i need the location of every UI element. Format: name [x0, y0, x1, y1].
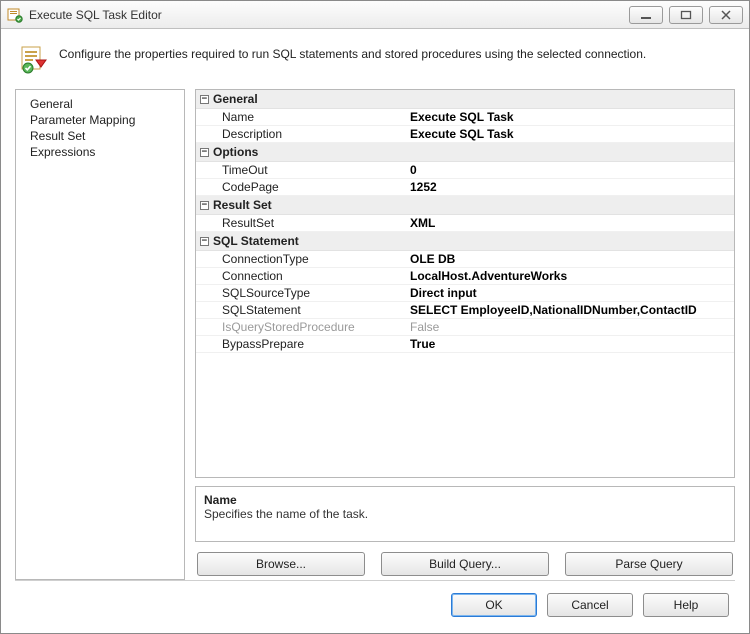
cancel-button[interactable]: Cancel: [547, 593, 633, 617]
titlebar[interactable]: Execute SQL Task Editor: [1, 1, 749, 29]
window-title: Execute SQL Task Editor: [29, 8, 629, 22]
property-grid: − General Name Execute SQL Task Descript…: [195, 89, 735, 478]
content-area: Configure the properties required to run…: [1, 29, 749, 633]
section-result-set[interactable]: − Result Set: [196, 196, 734, 215]
browse-button[interactable]: Browse...: [197, 552, 365, 576]
parse-query-button[interactable]: Parse Query: [565, 552, 733, 576]
sidebar-item-result-set[interactable]: Result Set: [16, 128, 184, 144]
body: General Parameter Mapping Result Set Exp…: [15, 89, 735, 580]
sidebar-item-expressions[interactable]: Expressions: [16, 144, 184, 160]
property-label: TimeOut: [196, 162, 406, 178]
property-row[interactable]: ResultSet XML: [196, 215, 734, 232]
dialog-window: Execute SQL Task Editor: [0, 0, 750, 634]
help-button[interactable]: Help: [643, 593, 729, 617]
intro-text: Configure the properties required to run…: [59, 45, 646, 61]
section-options[interactable]: − Options: [196, 143, 734, 162]
property-value[interactable]: True: [406, 336, 734, 352]
property-value[interactable]: Execute SQL Task: [406, 126, 734, 142]
section-sql-statement[interactable]: − SQL Statement: [196, 232, 734, 251]
maximize-button[interactable]: [669, 6, 703, 24]
collapse-icon[interactable]: −: [200, 95, 209, 104]
property-label: Connection: [196, 268, 406, 284]
sidebar-item-general[interactable]: General: [16, 96, 184, 112]
help-description: Specifies the name of the task.: [204, 507, 726, 521]
property-row[interactable]: Connection LocalHost.AdventureWorks: [196, 268, 734, 285]
property-row: IsQueryStoredProcedure False: [196, 319, 734, 336]
property-row[interactable]: Description Execute SQL Task: [196, 126, 734, 143]
mid-button-row: Browse... Build Query... Parse Query: [195, 550, 735, 580]
build-query-button[interactable]: Build Query...: [381, 552, 549, 576]
property-row[interactable]: BypassPrepare True: [196, 336, 734, 353]
help-title: Name: [204, 493, 726, 507]
property-row[interactable]: ConnectionType OLE DB: [196, 251, 734, 268]
property-value: False: [406, 319, 734, 335]
property-row[interactable]: CodePage 1252: [196, 179, 734, 196]
section-label: General: [213, 92, 258, 106]
collapse-icon[interactable]: −: [200, 148, 209, 157]
app-icon: [7, 7, 23, 23]
property-row[interactable]: SQLStatement SELECT EmployeeID,NationalI…: [196, 302, 734, 319]
close-button[interactable]: [709, 6, 743, 24]
property-label: SQLSourceType: [196, 285, 406, 301]
property-value[interactable]: XML: [406, 215, 734, 231]
task-icon: [19, 45, 49, 75]
property-value[interactable]: 1252: [406, 179, 734, 195]
property-row[interactable]: TimeOut 0: [196, 162, 734, 179]
help-panel: Name Specifies the name of the task.: [195, 486, 735, 542]
property-value[interactable]: Execute SQL Task: [406, 109, 734, 125]
minimize-button[interactable]: [629, 6, 663, 24]
section-general[interactable]: − General: [196, 90, 734, 109]
main-panel: − General Name Execute SQL Task Descript…: [195, 89, 735, 580]
property-label: CodePage: [196, 179, 406, 195]
property-value[interactable]: OLE DB: [406, 251, 734, 267]
property-label: ConnectionType: [196, 251, 406, 267]
sidebar: General Parameter Mapping Result Set Exp…: [15, 89, 185, 580]
property-row[interactable]: SQLSourceType Direct input: [196, 285, 734, 302]
collapse-icon[interactable]: −: [200, 201, 209, 210]
ok-button[interactable]: OK: [451, 593, 537, 617]
property-value[interactable]: SELECT EmployeeID,NationalIDNumber,Conta…: [406, 302, 734, 318]
section-label: SQL Statement: [213, 234, 299, 248]
property-label: BypassPrepare: [196, 336, 406, 352]
window-controls: [629, 6, 743, 24]
collapse-icon[interactable]: −: [200, 237, 209, 246]
property-label: ResultSet: [196, 215, 406, 231]
property-row[interactable]: Name Execute SQL Task: [196, 109, 734, 126]
property-value[interactable]: 0: [406, 162, 734, 178]
intro-area: Configure the properties required to run…: [15, 41, 735, 89]
property-label: Description: [196, 126, 406, 142]
property-value[interactable]: LocalHost.AdventureWorks: [406, 268, 734, 284]
sidebar-item-parameter-mapping[interactable]: Parameter Mapping: [16, 112, 184, 128]
property-value[interactable]: Direct input: [406, 285, 734, 301]
property-label: SQLStatement: [196, 302, 406, 318]
property-label: Name: [196, 109, 406, 125]
section-label: Result Set: [213, 198, 272, 212]
footer: OK Cancel Help: [15, 580, 735, 623]
section-label: Options: [213, 145, 258, 159]
property-label: IsQueryStoredProcedure: [196, 319, 406, 335]
